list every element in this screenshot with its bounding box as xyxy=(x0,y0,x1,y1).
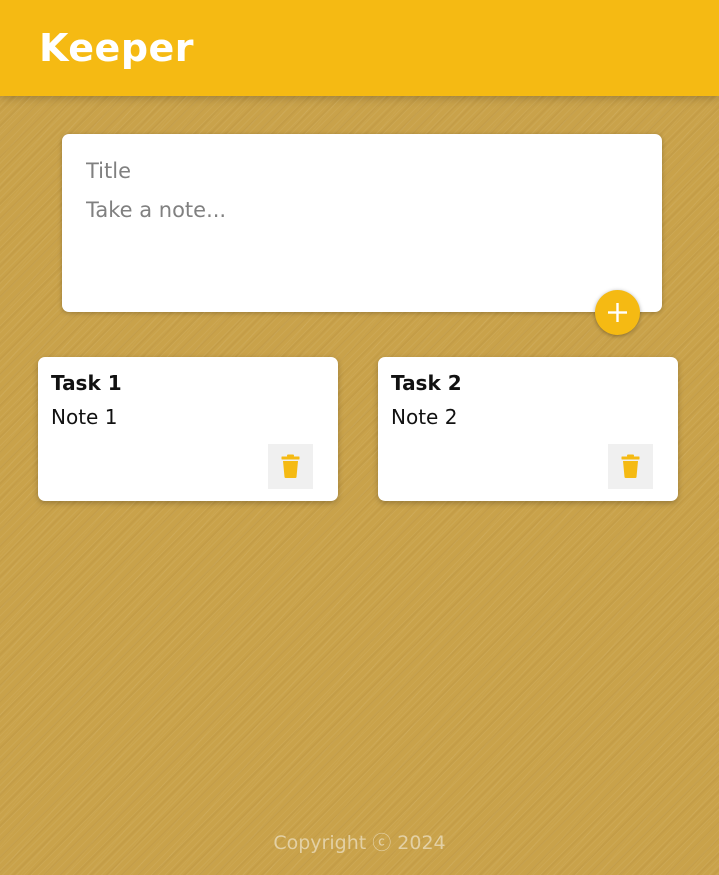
app-title: Keeper xyxy=(39,26,195,70)
note-title: Task 1 xyxy=(51,371,122,395)
trash-icon xyxy=(281,454,300,478)
note-card: Task 2 Note 2 xyxy=(378,357,678,501)
note-content: Note 1 xyxy=(51,405,118,429)
add-note-button[interactable] xyxy=(595,290,640,335)
plus-icon xyxy=(608,303,627,322)
app-header: Keeper xyxy=(0,0,719,96)
copyright-text: Copyright ⓒ 2024 xyxy=(273,832,446,854)
note-title: Task 2 xyxy=(391,371,462,395)
delete-note-button[interactable] xyxy=(608,444,653,489)
note-card: Task 1 Note 1 xyxy=(38,357,338,501)
delete-note-button[interactable] xyxy=(268,444,313,489)
trash-icon xyxy=(621,454,640,478)
note-title-input[interactable] xyxy=(86,156,636,186)
create-note-form xyxy=(62,134,662,312)
note-content: Note 2 xyxy=(391,405,458,429)
note-content-input[interactable] xyxy=(86,195,636,295)
footer: Copyright ⓒ 2024 xyxy=(0,829,719,857)
